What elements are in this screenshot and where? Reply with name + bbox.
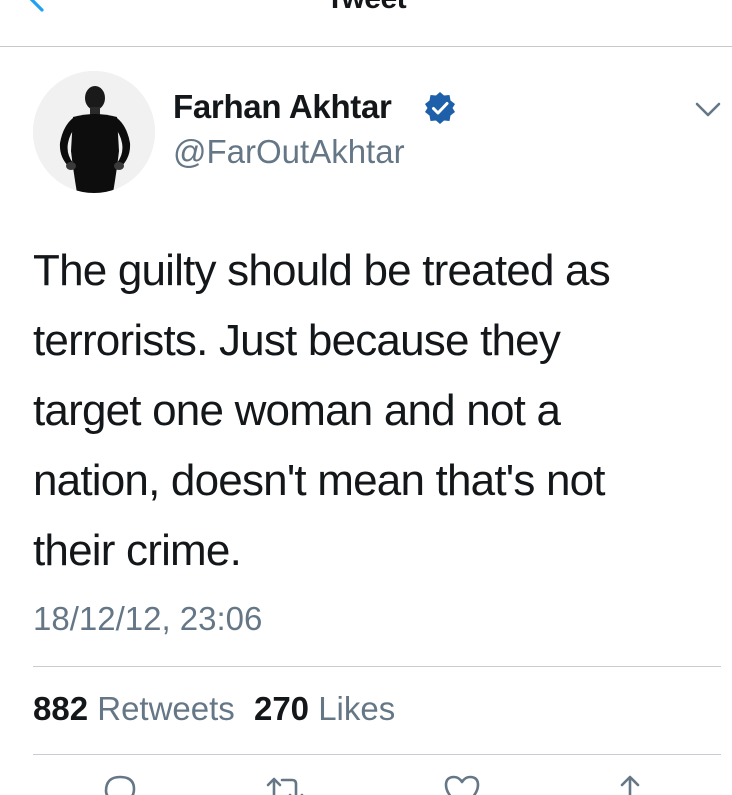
likes-stat[interactable]: 270 Likes <box>254 690 395 728</box>
divider <box>33 666 721 667</box>
heart-icon[interactable] <box>440 771 484 795</box>
page-title: Tweet <box>0 0 732 16</box>
user-handle[interactable]: @FarOutAkhtar <box>173 133 405 171</box>
verified-badge-icon <box>425 92 455 124</box>
chevron-down-icon[interactable] <box>694 100 722 120</box>
tweet-text: The guilty should be treated as terroris… <box>33 246 611 575</box>
tweet-detail-screen: Tweet Farhan Akhtar @FarOutAkhtar The gu… <box>0 0 732 795</box>
share-icon[interactable] <box>608 771 652 795</box>
navigation-bar: Tweet <box>0 0 732 47</box>
retweets-label: Retweets <box>97 690 235 727</box>
tweet-timestamp: 18/12/12, 23:06 <box>33 600 263 637</box>
retweet-icon[interactable] <box>262 771 306 795</box>
likes-label: Likes <box>318 690 396 727</box>
reply-icon[interactable] <box>98 771 142 795</box>
tweet-stats: 882 Retweets 270 Likes <box>33 690 395 728</box>
display-name[interactable]: Farhan Akhtar <box>173 88 392 126</box>
avatar[interactable] <box>33 71 155 193</box>
retweets-count: 882 <box>33 690 89 727</box>
likes-count: 270 <box>253 690 310 727</box>
avatar-image <box>33 71 155 193</box>
retweets-stat[interactable]: 882 Retweets <box>33 690 235 728</box>
divider <box>33 754 721 755</box>
